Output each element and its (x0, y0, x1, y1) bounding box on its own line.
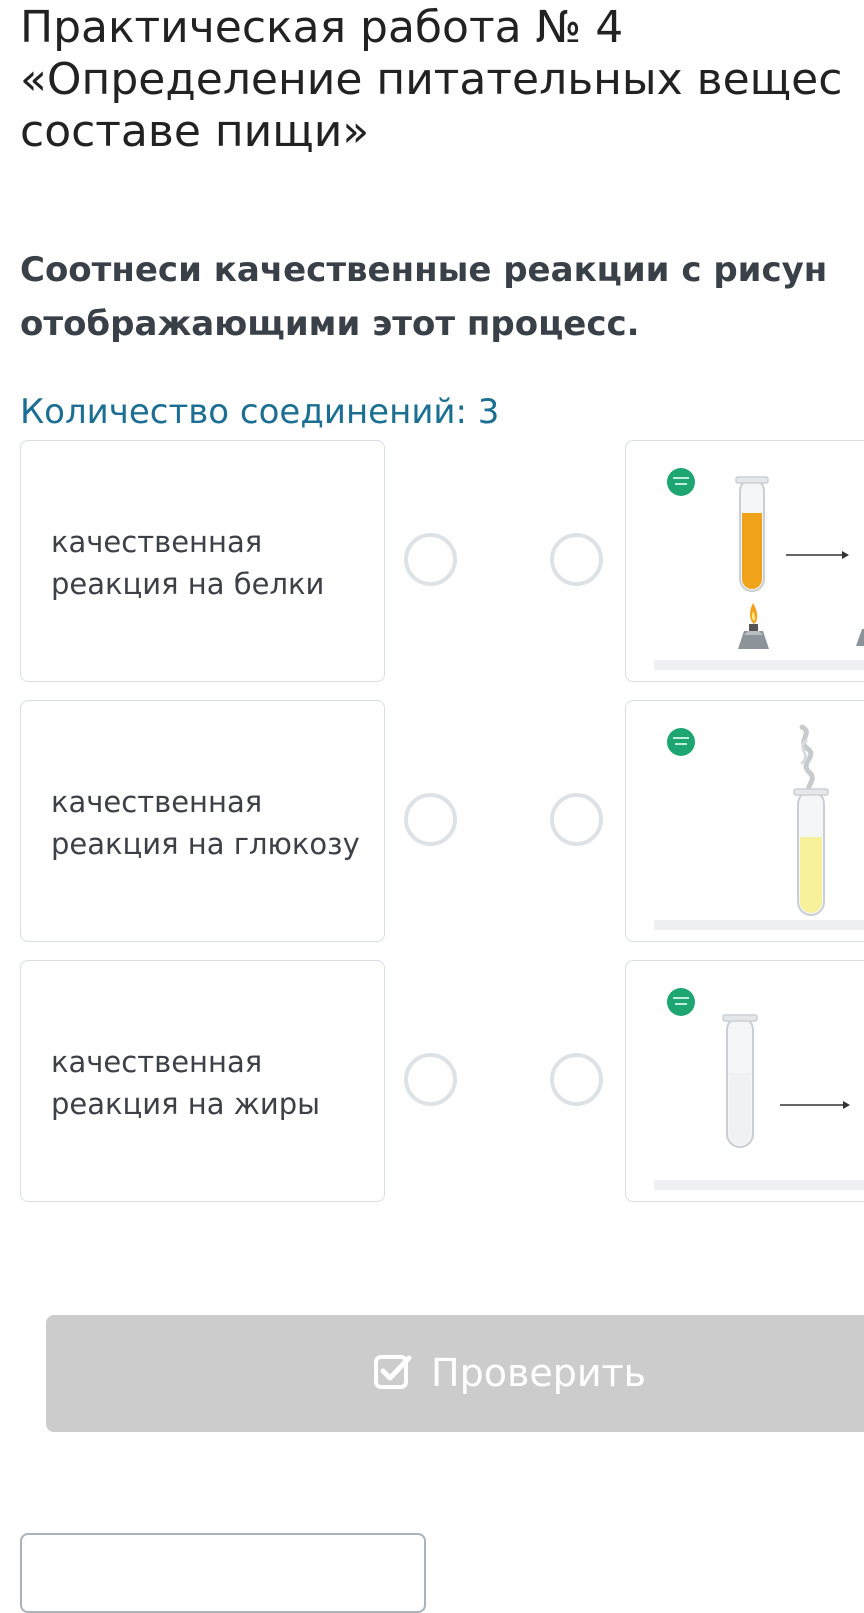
right-connector[interactable] (550, 1053, 603, 1106)
test-tube-icon (735, 476, 769, 592)
match-row: качественная реакция на глюкозу (0, 700, 864, 944)
spirit-lamp-icon (738, 603, 769, 649)
instruction-line: Соотнеси качественные реакции с рисун (20, 250, 828, 290)
left-item-card[interactable]: качественная реакция на белки (20, 440, 385, 682)
page-title: Практическая работа № 4 «Определение пит… (20, 2, 864, 158)
match-row: качественная реакция на белки (0, 440, 864, 684)
title-line: «Определение питательных вещес (20, 54, 843, 105)
checkbox-icon (373, 1352, 413, 1395)
right-connector[interactable] (550, 533, 603, 586)
title-line: составе пищи» (20, 106, 370, 157)
right-item-card[interactable] (625, 960, 864, 1202)
arrow-icon (786, 551, 849, 559)
left-item-label: качественная реакция на белки (51, 525, 325, 601)
right-connector[interactable] (550, 793, 603, 846)
empty-test-tube-image (654, 988, 864, 1190)
match-row: качественная реакция на жиры (0, 960, 864, 1204)
check-button[interactable]: Проверить (46, 1315, 864, 1432)
left-connector[interactable] (404, 533, 457, 586)
test-tube-smoke-image (654, 724, 864, 930)
smoke-icon (799, 724, 815, 798)
badge-icon (667, 988, 695, 1016)
left-item-label: качественная реакция на глюкозу (51, 785, 360, 861)
check-button-label: Проверить (431, 1351, 647, 1395)
bottom-input-box[interactable] (20, 1533, 426, 1613)
right-item-card[interactable] (625, 440, 864, 682)
check-button-content: Проверить (373, 1351, 646, 1395)
left-item-card[interactable]: качественная реакция на глюкозу (20, 700, 385, 942)
test-tube-heating-image (654, 468, 864, 670)
task-instruction: Соотнеси качественные реакции с рисун от… (20, 243, 827, 351)
badge-icon (667, 728, 695, 756)
arrow-icon (780, 1101, 850, 1109)
left-item-card[interactable]: качественная реакция на жиры (20, 960, 385, 1202)
test-tube-icon (793, 788, 829, 916)
instruction-line: отображающими этот процесс. (20, 304, 640, 344)
connections-count: Количество соединений: 3 (20, 392, 500, 432)
right-item-card[interactable] (625, 700, 864, 942)
left-connector[interactable] (404, 793, 457, 846)
title-line: Практическая работа № 4 (20, 2, 624, 53)
badge-icon (667, 468, 695, 496)
left-connector[interactable] (404, 1053, 457, 1106)
left-item-label: качественная реакция на жиры (51, 1045, 321, 1121)
test-tube-icon (722, 1014, 758, 1148)
